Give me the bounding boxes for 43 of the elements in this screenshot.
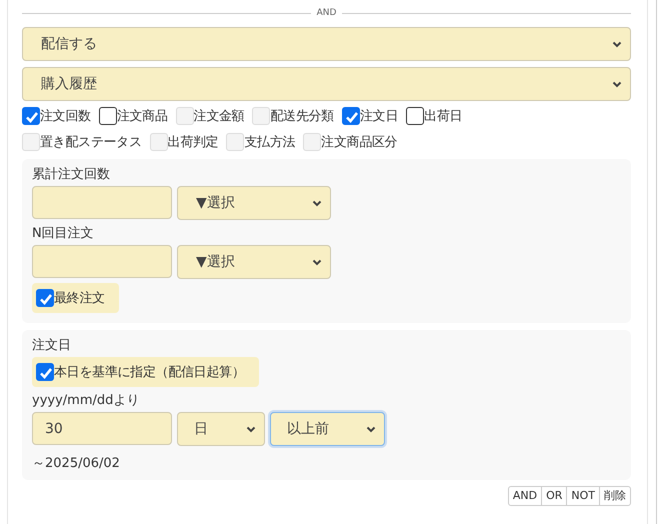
checkbox[interactable] <box>22 107 40 125</box>
input-field[interactable] <box>32 245 172 278</box>
checkbox[interactable] <box>98 107 117 125</box>
checkbox-label: 注文商品 <box>116 108 168 125</box>
dropdown[interactable]: 配信する <box>22 27 631 61</box>
checkbox[interactable] <box>36 363 54 381</box>
operator-button[interactable]: AND <box>508 486 542 506</box>
field-label: 累計注文回数 <box>32 166 111 183</box>
checkbox[interactable] <box>36 289 54 307</box>
divider-label: AND <box>316 8 336 18</box>
dropdown[interactable]: ▼選択 <box>177 245 331 279</box>
chevron-down-icon <box>366 426 376 432</box>
checkbox-label: 出荷判定 <box>168 134 218 151</box>
chevron-down-icon <box>312 200 322 206</box>
dropdown[interactable]: ▼選択 <box>177 186 331 220</box>
checkbox-label: 本日を基準に指定（配信日起算） <box>54 364 245 381</box>
input-field[interactable]: 30 <box>32 412 172 445</box>
checkbox-label: 注文回数 <box>40 108 91 125</box>
chevron-down-icon <box>246 426 256 432</box>
checkbox-label: 出荷日 <box>424 108 462 125</box>
checkbox-label: 最終注文 <box>54 290 105 307</box>
checkbox-label: 配送先分類 <box>270 108 334 125</box>
checkbox[interactable] <box>406 107 424 125</box>
dropdown[interactable]: 以上前 <box>270 412 385 446</box>
dropdown[interactable]: 日 <box>177 412 265 446</box>
operator-button[interactable]: NOT <box>566 486 600 506</box>
checkbox-label: 注文金額 <box>194 108 244 125</box>
operator-button[interactable]: 削除 <box>599 486 631 506</box>
field-label: yyyy/mm/ddより <box>32 392 140 409</box>
field-label: N回目注文 <box>32 225 95 242</box>
input-field[interactable] <box>32 186 172 219</box>
checkbox-label: 支払方法 <box>244 134 296 151</box>
checkbox-label: 注文商品区分 <box>321 134 398 151</box>
checkbox[interactable] <box>342 107 360 125</box>
field-label: 注文日 <box>32 337 72 354</box>
chevron-down-icon <box>612 80 622 88</box>
chevron-down-icon <box>612 40 622 48</box>
date-note: ～2025/06/02 <box>32 455 121 472</box>
checkbox-label: 注文日 <box>360 108 398 125</box>
checkbox-label: 置き配ステータス <box>40 134 142 151</box>
operator-button[interactable]: OR <box>541 486 568 506</box>
dropdown[interactable]: 購入履歴 <box>22 67 631 101</box>
chevron-down-icon <box>312 258 322 266</box>
